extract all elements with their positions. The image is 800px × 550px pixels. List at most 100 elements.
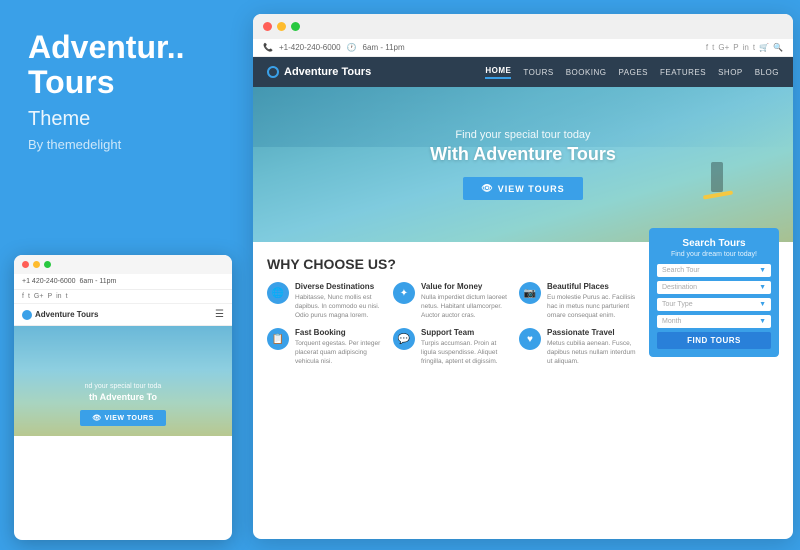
- theme-title: Adventur.. Tours: [28, 30, 220, 100]
- why-item-beautiful-content: Beautiful Places Eu molestie Purus ac. F…: [547, 282, 639, 320]
- why-item-fast: 📋 Fast Booking Torquent egestas. Per int…: [267, 328, 387, 366]
- why-item-support-title: Support Team: [421, 328, 513, 337]
- browser-panel: 📞 +1-420-240-6000 🕐 6am - 11pm f t G+ P …: [253, 14, 793, 539]
- why-item-diverse-content: Diverse Destinations Habitasse, Nunc mol…: [295, 282, 387, 320]
- search-tours-box: Search Tours Find your dream tour today!…: [649, 228, 779, 357]
- why-item-passionate-title: Passionate Travel: [547, 328, 639, 337]
- clock-icon: 🕐: [347, 43, 357, 52]
- hero-big-text: With Adventure Tours: [430, 144, 616, 165]
- booking-icon: 📋: [267, 328, 289, 350]
- why-item-value: ✦ Value for Money Nulla imperdiet dictum…: [393, 282, 513, 320]
- bottom-content: WHY CHOOSE US? 🌐 Diverse Destinations Ha…: [253, 242, 793, 377]
- browser-window-dots: [253, 14, 793, 39]
- social-in[interactable]: in: [743, 43, 749, 52]
- why-item-value-text: Nulla imperdiet dictum laoreet netus. Ha…: [421, 293, 513, 320]
- social-gp[interactable]: G+: [718, 43, 729, 52]
- browser-topbar-left: 📞 +1-420-240-6000 🕐 6am - 11pm: [263, 43, 405, 52]
- destination-label: Destination: [662, 284, 697, 291]
- why-item-passionate: ♥ Passionate Travel Metus cubilia aenean…: [519, 328, 639, 366]
- cart-icon[interactable]: 🛒: [759, 43, 769, 52]
- support-icon: 💬: [393, 328, 415, 350]
- hero-cta-label: VIEW TOURS: [498, 184, 565, 194]
- why-item-support-content: Support Team Turpis accumsan. Proin at l…: [421, 328, 513, 366]
- chevron-down-icon-3: ▼: [759, 301, 766, 308]
- social-fb[interactable]: f: [706, 43, 708, 52]
- globe-icon: 🌐: [267, 282, 289, 304]
- nav-item-booking[interactable]: BOOKING: [566, 68, 607, 77]
- search-field-type[interactable]: Tour Type ▼: [657, 298, 771, 311]
- why-item-fast-content: Fast Booking Torquent egestas. Per integ…: [295, 328, 387, 366]
- search-tour-label: Search Tour: [662, 267, 700, 274]
- hero-cta-button[interactable]: 👁 VIEW TOURS: [463, 177, 582, 200]
- mobile-phone: +1 420-240-6000: [22, 278, 76, 285]
- theme-subtitle: Theme: [28, 108, 220, 131]
- nav-item-blog[interactable]: BLOG: [755, 68, 779, 77]
- social-p: P: [47, 293, 52, 300]
- social-tw2[interactable]: t: [712, 43, 714, 52]
- month-label: Month: [662, 318, 681, 325]
- social-pi[interactable]: P: [733, 43, 738, 52]
- chevron-down-icon-4: ▼: [759, 318, 766, 325]
- nav-item-features[interactable]: FEATURES: [660, 68, 706, 77]
- nav-item-home[interactable]: HOME: [485, 66, 511, 79]
- mobile-dot-red: [22, 261, 29, 268]
- mobile-dot-green: [44, 261, 51, 268]
- tour-type-label: Tour Type: [662, 301, 693, 308]
- why-item-diverse: 🌐 Diverse Destinations Habitasse, Nunc m…: [267, 282, 387, 320]
- why-item-diverse-text: Habitasse, Nunc mollis est dapibus. In c…: [295, 293, 387, 320]
- browser-menu: HOME TOURS BOOKING PAGES FEATURES SHOP B…: [485, 66, 779, 79]
- social-f: f: [22, 293, 24, 300]
- why-item-value-content: Value for Money Nulla imperdiet dictum l…: [421, 282, 513, 320]
- browser-phone: +1-420-240-6000: [279, 43, 341, 52]
- mobile-window-dots: [14, 255, 232, 274]
- social-tu[interactable]: t: [753, 43, 755, 52]
- why-item-diverse-title: Diverse Destinations: [295, 282, 387, 291]
- nav-item-shop[interactable]: SHOP: [718, 68, 743, 77]
- search-field-destination[interactable]: Destination ▼: [657, 281, 771, 294]
- search-field-tour[interactable]: Search Tour ▼: [657, 264, 771, 277]
- heart-icon: ♥: [519, 328, 541, 350]
- search-box-title: Search Tours: [657, 238, 771, 249]
- social-g: G+: [34, 293, 44, 300]
- mobile-preview: +1 420-240-6000 6am - 11pm f t G+ P in t…: [14, 255, 232, 540]
- mobile-cta-button[interactable]: 👁 VIEW TOURS: [80, 410, 166, 426]
- eye2-icon: 👁: [481, 183, 493, 194]
- search-icon[interactable]: 🔍: [773, 43, 783, 52]
- mobile-hero-big: th Adventure To: [89, 392, 157, 402]
- mobile-topbar-left: +1 420-240-6000 6am - 11pm: [22, 278, 116, 285]
- browser-logo: Adventure Tours: [267, 66, 371, 78]
- search-field-month[interactable]: Month ▼: [657, 315, 771, 328]
- why-item-passionate-text: Metus cubilia aenean. Fusce, dapibus net…: [547, 339, 639, 366]
- browser-dot-red: [263, 22, 272, 31]
- surfer-board: [703, 190, 733, 199]
- surfer-person: [711, 162, 723, 192]
- browser-hours: 6am - 11pm: [363, 43, 405, 52]
- nav-item-pages[interactable]: PAGES: [619, 68, 648, 77]
- nav-item-tours[interactable]: TOURS: [523, 68, 553, 77]
- left-panel: Adventur.. Tours Theme By themedelight +…: [0, 0, 248, 550]
- why-item-fast-text: Torquent egestas. Per integer placerat q…: [295, 339, 387, 366]
- logo-circle-icon: [267, 66, 279, 78]
- social-i: in: [56, 293, 61, 300]
- mobile-logo: Adventure Tours: [22, 310, 98, 320]
- mobile-hero: nd your special tour toda th Adventure T…: [14, 326, 232, 436]
- browser-hero: Find your special tour today With Advent…: [253, 87, 793, 242]
- why-item-support-text: Turpis accumsan. Proin at ligula suspend…: [421, 339, 513, 366]
- mobile-hours: 6am - 11pm: [80, 278, 117, 285]
- theme-author: By themedelight: [28, 137, 220, 152]
- why-item-support: 💬 Support Team Turpis accumsan. Proin at…: [393, 328, 513, 366]
- search-box-subtitle: Find your dream tour today!: [657, 251, 771, 258]
- browser-topbar: 📞 +1-420-240-6000 🕐 6am - 11pm f t G+ P …: [253, 39, 793, 57]
- why-item-beautiful-title: Beautiful Places: [547, 282, 639, 291]
- mobile-cta-label: VIEW TOURS: [105, 415, 154, 422]
- social-tw: t: [28, 293, 30, 300]
- mobile-logo-icon: [22, 310, 32, 320]
- mobile-nav: Adventure Tours ☰: [14, 304, 232, 326]
- phone-icon: 📞: [263, 43, 273, 52]
- why-item-beautiful: 📷 Beautiful Places Eu molestie Purus ac.…: [519, 282, 639, 320]
- mobile-hamburger-icon[interactable]: ☰: [215, 309, 224, 320]
- mobile-dot-yellow: [33, 261, 40, 268]
- browser-topbar-right: f t G+ P in t 🛒 🔍: [706, 43, 783, 52]
- find-tours-button[interactable]: FIND TOURS: [657, 332, 771, 349]
- mobile-social: f t G+ P in t: [14, 290, 232, 304]
